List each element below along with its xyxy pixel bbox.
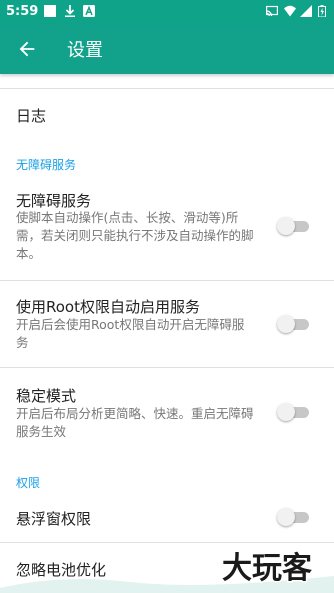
arrow-back-icon[interactable] — [16, 38, 38, 60]
stable-mode-switch[interactable] — [277, 401, 311, 423]
permission-section-header: 权限 — [16, 476, 41, 490]
svg-text:大玩客: 大玩客 — [222, 551, 312, 584]
accessibility-service-summary: 使脚本自动操作(点击、长按、滑动等)所需，若关闭则只能执行不涉及自动操作的脚本。 — [16, 210, 254, 261]
status-bar: 5:59 — [0, 0, 334, 24]
accessibility-service-title: 无障碍服务 — [16, 192, 92, 210]
battery-icon — [318, 5, 326, 17]
log-item[interactable]: 日志 — [0, 89, 334, 139]
cast-icon — [266, 5, 278, 17]
download-icon — [65, 5, 75, 17]
signal-icon — [300, 5, 312, 17]
floating-window-item[interactable]: 悬浮窗权限 — [0, 498, 334, 540]
floating-window-switch[interactable] — [277, 506, 311, 528]
watermark-logo: 大玩客 大玩客 — [221, 548, 332, 588]
accessibility-service-item[interactable]: 无障碍服务 使脚本自动操作(点击、长按、滑动等)所需，若关闭则只能执行不涉及自动… — [0, 182, 334, 280]
log-title: 日志 — [16, 107, 47, 125]
root-auto-item[interactable]: 使用Root权限自动启用服务 开启后会使用Root权限自动开启无障碍服务 — [0, 281, 334, 367]
floating-window-title: 悬浮窗权限 — [16, 510, 92, 528]
a-notification-icon — [83, 5, 95, 17]
stable-mode-item[interactable]: 稳定模式 开启后布局分析更简略、快速。重启无障碍服务生效 — [0, 368, 334, 448]
accessibility-section-header: 无障碍服务 — [16, 158, 77, 172]
root-auto-title: 使用Root权限自动启用服务 — [16, 298, 200, 316]
square-notification-icon — [44, 5, 56, 17]
status-time: 5:59 — [6, 4, 39, 19]
app-bar: 设置 — [0, 24, 334, 74]
page-title: 设置 — [67, 40, 103, 61]
stable-mode-summary: 开启后布局分析更简略、快速。重启无障碍服务生效 — [16, 406, 254, 439]
stable-mode-title: 稳定模式 — [16, 387, 77, 405]
root-auto-summary: 开启后会使用Root权限自动开启无障碍服务 — [16, 317, 245, 350]
wifi-icon — [284, 5, 296, 17]
root-auto-switch[interactable] — [277, 313, 311, 335]
accessibility-service-switch[interactable] — [277, 215, 311, 237]
